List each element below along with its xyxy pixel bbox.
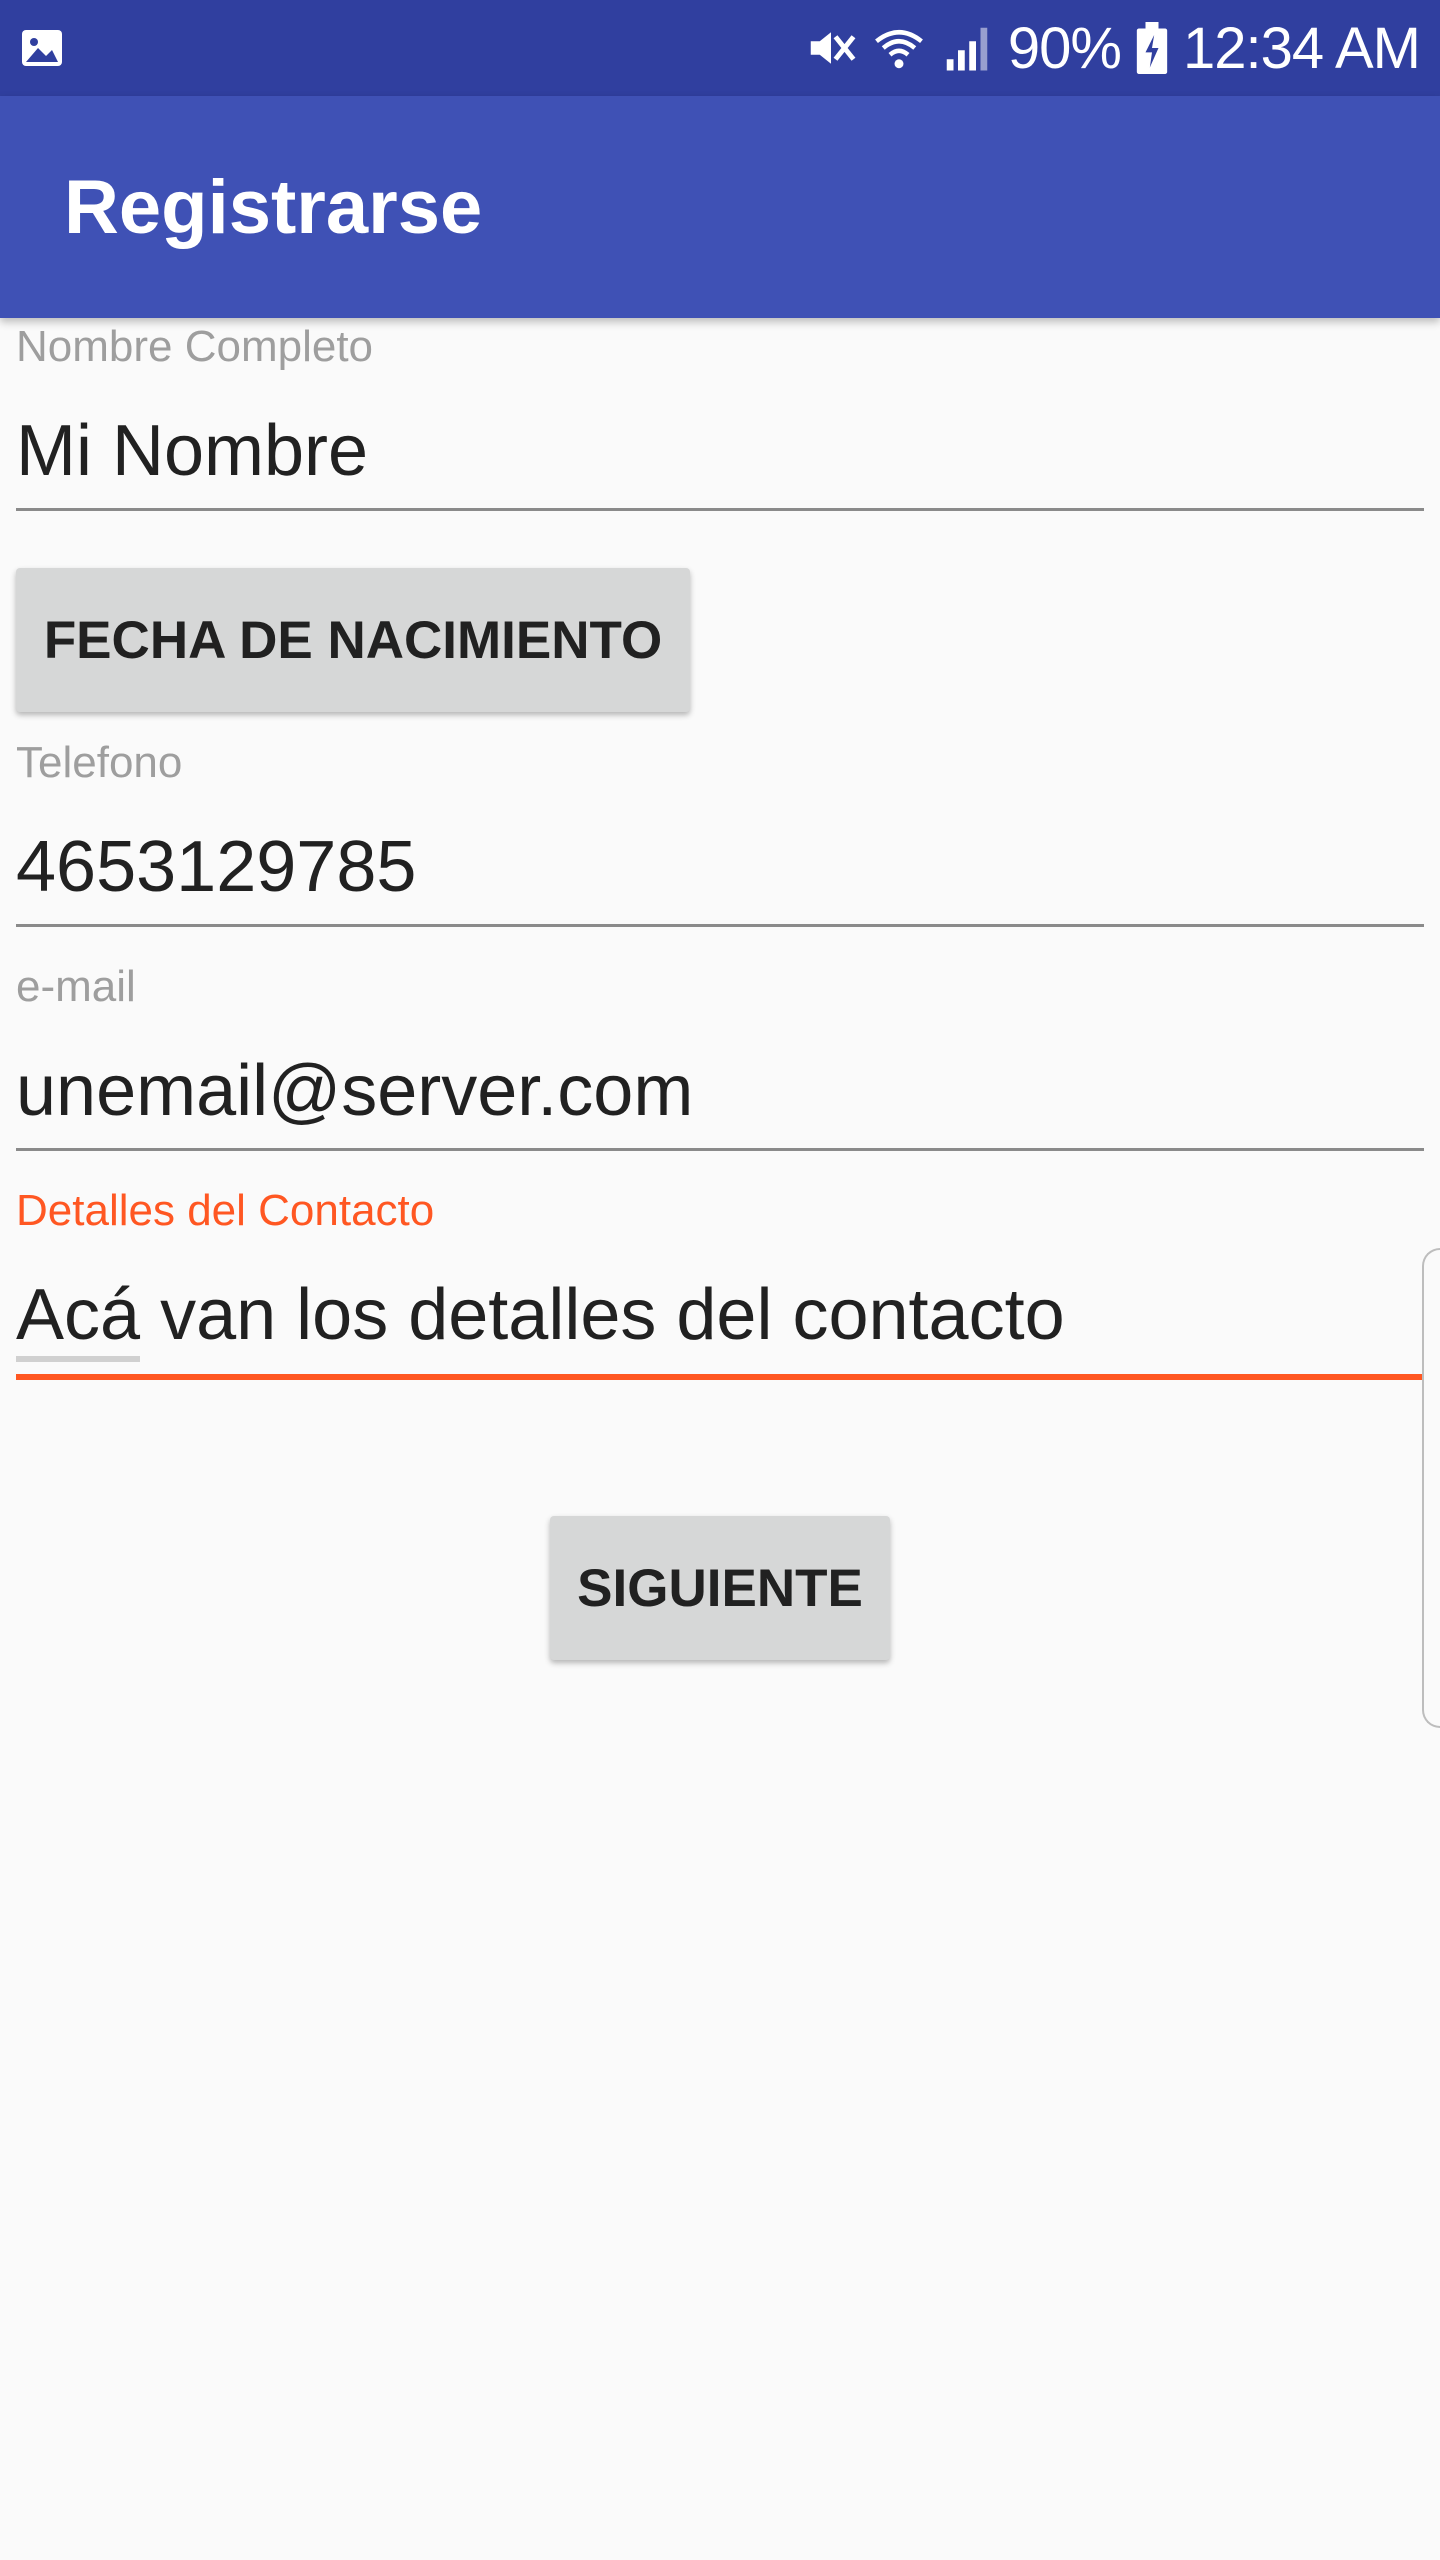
- app-bar: Registrarse: [0, 96, 1440, 318]
- fecha-nacimiento-button[interactable]: FECHA DE NACIMIENTO: [16, 568, 690, 712]
- clock: 12:34 AM: [1182, 15, 1421, 81]
- mute-icon: [810, 32, 856, 64]
- spellcheck-underline: [16, 1356, 140, 1362]
- email-underline: [16, 1148, 1424, 1151]
- signal-icon: [946, 27, 988, 71]
- email-label: e-mail: [16, 962, 136, 1011]
- detalles-underline: [16, 1374, 1424, 1380]
- status-bar: 90% 12:34 AM: [0, 0, 1440, 96]
- nombre-underline: [16, 508, 1424, 511]
- edge-panel-handle[interactable]: [1422, 1248, 1440, 1728]
- detalles-label: Detalles del Contacto: [16, 1186, 435, 1235]
- telefono-label: Telefono: [16, 738, 183, 787]
- siguiente-button[interactable]: SIGUIENTE: [550, 1516, 890, 1660]
- battery-percentage: 90%: [1007, 15, 1122, 81]
- telefono-field[interactable]: 4653129785: [16, 826, 416, 908]
- battery-icon: [1136, 22, 1168, 74]
- telefono-underline: [16, 924, 1424, 927]
- wifi-icon: [874, 30, 923, 69]
- nombre-label: Nombre Completo: [16, 322, 374, 371]
- nombre-field[interactable]: Mi Nombre: [16, 410, 368, 492]
- gallery-icon: [22, 30, 62, 66]
- page-title: Registrarse: [64, 165, 483, 250]
- email-field[interactable]: unemail@server.com: [16, 1050, 693, 1132]
- detalles-field[interactable]: Acá van los detalles del contacto: [16, 1274, 1065, 1356]
